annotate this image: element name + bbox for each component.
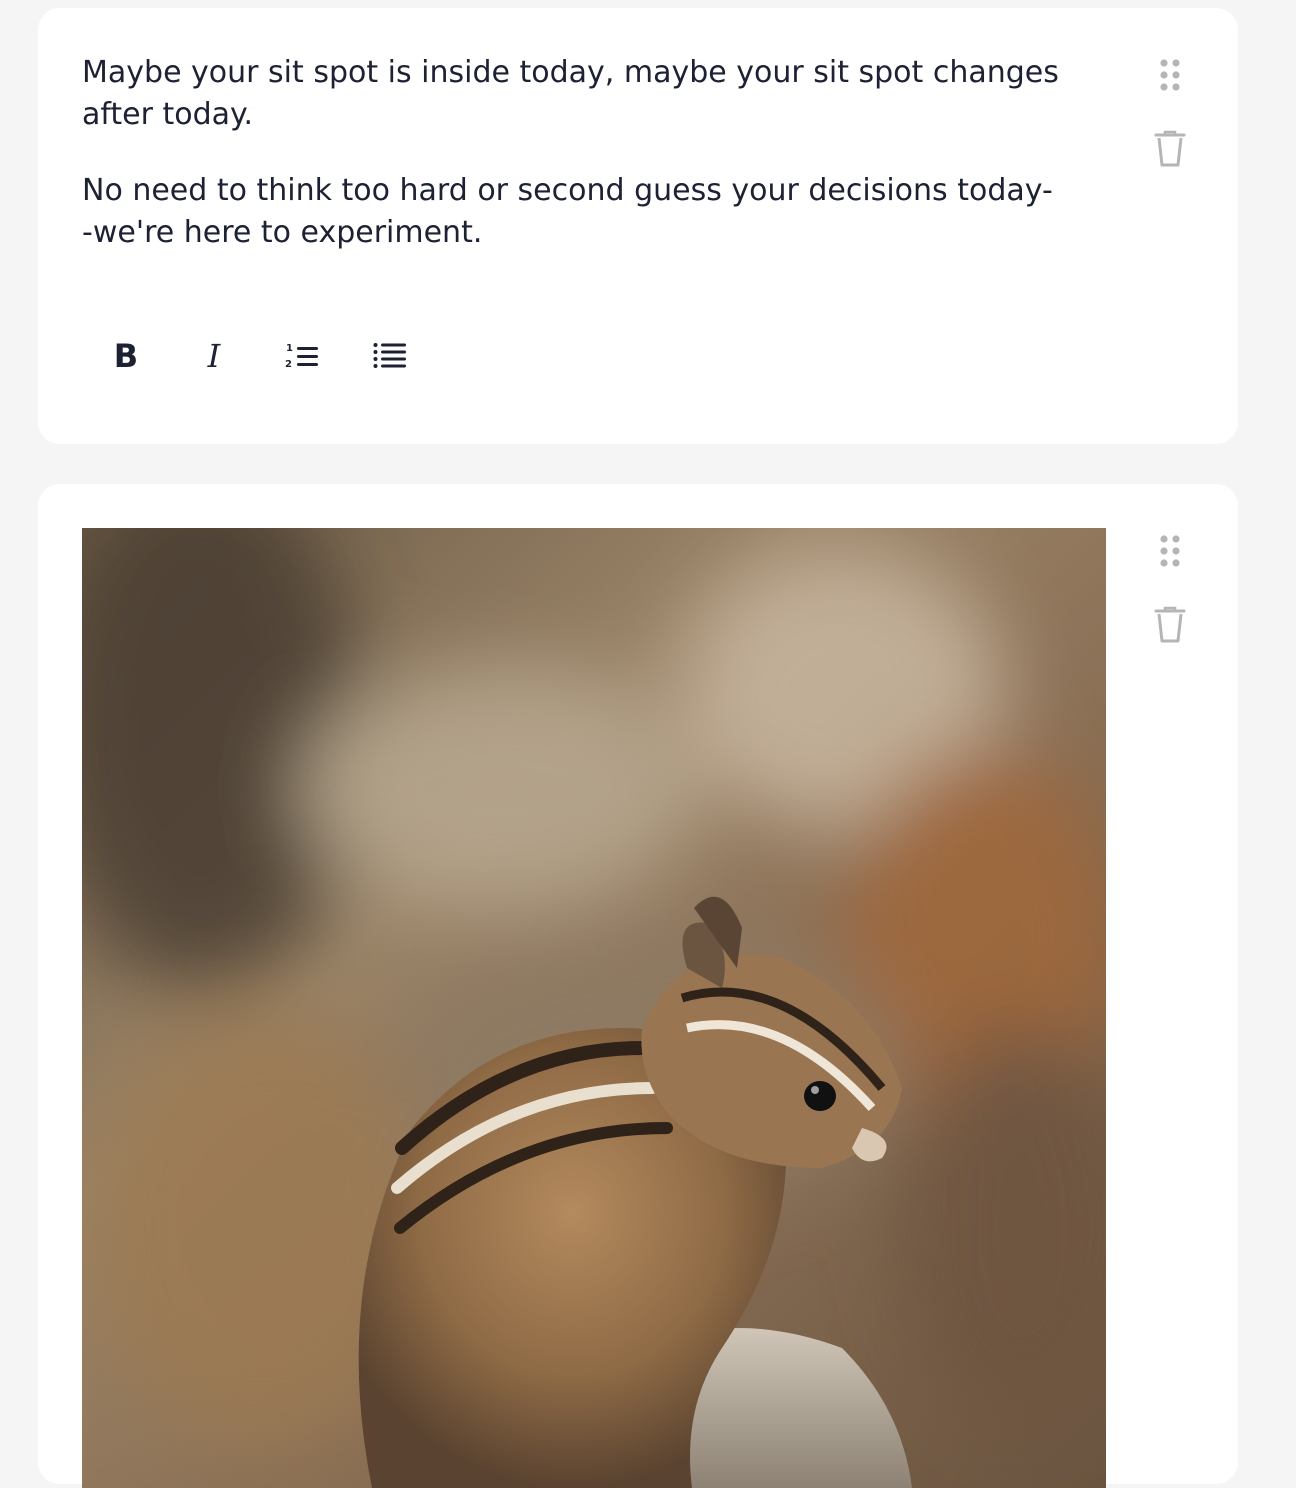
italic-icon: I	[207, 337, 221, 375]
drag-handle-icon	[1160, 535, 1180, 567]
paragraph-1[interactable]: Maybe your sit spot is inside today, may…	[82, 52, 1062, 136]
bold-button[interactable]: B	[82, 328, 170, 384]
trash-icon	[1154, 130, 1186, 167]
delete-button[interactable]	[1152, 606, 1188, 646]
bold-icon: B	[113, 337, 139, 375]
text-block-card: Maybe your sit spot is inside today, may…	[38, 8, 1238, 444]
bullet-list-button[interactable]	[346, 328, 434, 384]
ordered-list-icon: 1 2	[285, 343, 318, 370]
svg-text:2: 2	[285, 359, 292, 370]
italic-button[interactable]: I	[170, 328, 258, 384]
formatting-toolbar: B I 1 2	[82, 328, 434, 384]
drag-handle-icon	[1160, 59, 1180, 91]
block-image	[82, 528, 1106, 1488]
bullet-list-icon	[373, 343, 406, 368]
photo-illustration	[82, 528, 1106, 1488]
trash-icon	[1154, 606, 1186, 643]
drag-handle[interactable]	[1152, 58, 1188, 94]
image-block-card	[38, 484, 1238, 1488]
drag-handle[interactable]	[1152, 534, 1188, 570]
ordered-list-button[interactable]: 1 2	[258, 328, 346, 384]
svg-text:1: 1	[286, 343, 293, 354]
paragraph-2[interactable]: No need to think too hard or second gues…	[82, 170, 1062, 254]
rich-text-editor[interactable]: Maybe your sit spot is inside today, may…	[82, 52, 1062, 288]
delete-button[interactable]	[1152, 130, 1188, 170]
